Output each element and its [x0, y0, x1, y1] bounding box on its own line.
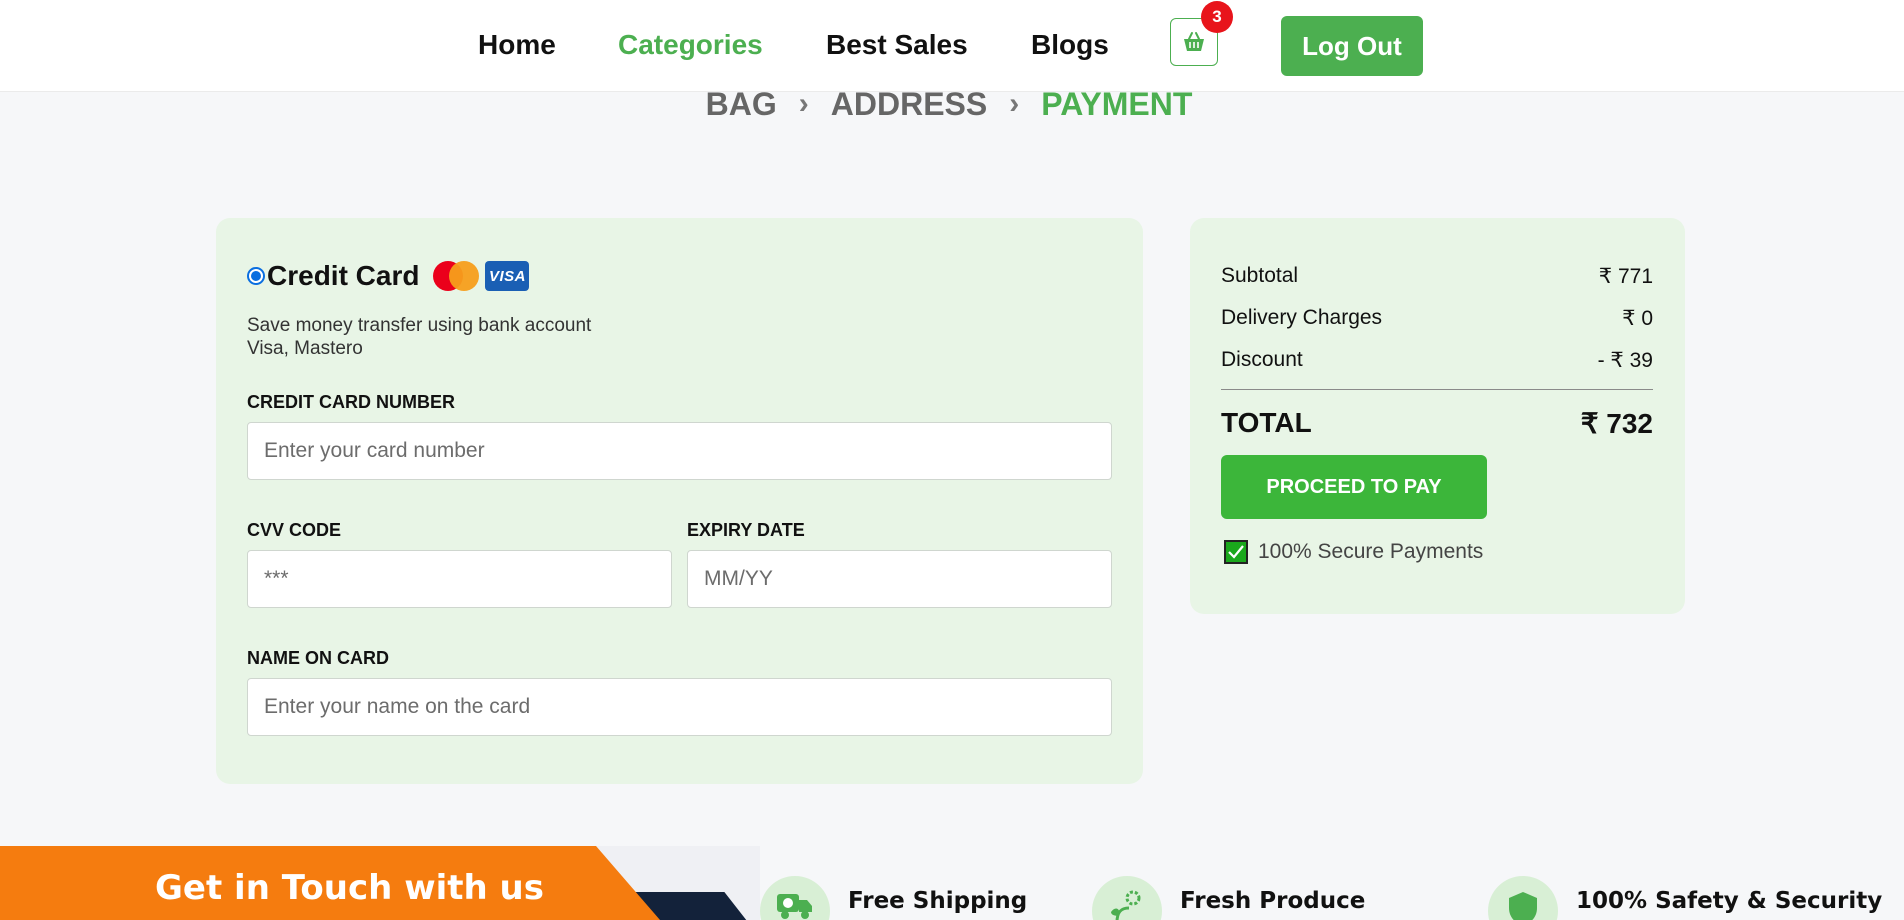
delivery-label: Delivery Charges: [1221, 306, 1383, 329]
order-summary-card: Subtotal ₹ 771 Delivery Charges ₹ 0 Disc…: [1190, 218, 1685, 614]
cvv-input[interactable]: ***: [247, 550, 672, 608]
payment-form-card: Credit Card VISA Save money transfer usi…: [216, 218, 1143, 784]
shield-icon: [1488, 876, 1558, 920]
name-on-card-input[interactable]: Enter your name on the card: [247, 678, 1112, 736]
step-separator: ›: [798, 87, 809, 120]
secure-payments-label: 100% Secure Payments: [1258, 540, 1484, 563]
delivery-row: Delivery Charges ₹ 0: [1221, 306, 1653, 331]
nav-link-home[interactable]: Home: [478, 29, 556, 61]
checkout-steps: BAG › ADDRESS › PAYMENT: [0, 84, 1904, 124]
payment-method-description: Save money transfer using bank account V…: [247, 314, 591, 360]
feature-title: Free Shipping: [848, 888, 1028, 914]
basket-icon: [1184, 32, 1204, 51]
step-separator: ›: [1009, 87, 1020, 120]
nav-link-best-sales[interactable]: Best Sales: [826, 29, 968, 61]
card-number-label: CREDIT CARD NUMBER: [247, 392, 455, 412]
subtotal-row: Subtotal ₹ 771: [1221, 264, 1653, 289]
leaf-icon: [1092, 876, 1162, 920]
secure-payments-note: 100% Secure Payments: [1224, 540, 1483, 564]
logout-button[interactable]: Log Out: [1281, 16, 1423, 76]
proceed-to-pay-button[interactable]: PROCEED TO PAY: [1221, 455, 1487, 519]
get-in-touch-title: Get in Touch with us: [155, 868, 544, 908]
description-line: Visa, Mastero: [247, 338, 363, 359]
feature-title: 100% Safety & Security: [1576, 888, 1883, 914]
total-row: TOTAL ₹ 732: [1221, 407, 1653, 440]
nav-link-categories[interactable]: Categories: [618, 29, 763, 61]
expiry-date-label: EXPIRY DATE: [687, 520, 805, 540]
payment-method-option[interactable]: Credit Card VISA: [247, 258, 530, 294]
total-label: TOTAL: [1221, 407, 1312, 438]
total-value: ₹ 732: [1580, 408, 1653, 439]
subtotal-label: Subtotal: [1221, 264, 1299, 287]
discount-row: Discount - ₹ 39: [1221, 348, 1653, 373]
delivery-value: ₹ 0: [1622, 307, 1653, 330]
description-line: Save money transfer using bank account: [247, 315, 592, 336]
feature-safety-security: 100% Safety & Security: [1488, 876, 1882, 920]
payment-method-label: Credit Card: [267, 260, 420, 291]
cart-count-badge: 3: [1201, 1, 1233, 33]
expiry-date-input[interactable]: MM/YY: [687, 550, 1112, 608]
step-address: ADDRESS: [830, 85, 988, 122]
subtotal-value: ₹ 771: [1598, 265, 1653, 288]
step-payment: PAYMENT: [1041, 85, 1193, 122]
step-bag: BAG: [705, 85, 777, 122]
visa-icon: VISA: [485, 261, 530, 291]
checkmark-icon: [1224, 540, 1248, 564]
summary-divider: [1221, 389, 1653, 390]
nav-link-blogs[interactable]: Blogs: [1031, 29, 1109, 61]
credit-card-radio[interactable]: [247, 267, 265, 285]
feature-title: Fresh Produce: [1180, 888, 1366, 914]
feature-fresh-produce: Fresh Produce: [1092, 876, 1365, 920]
cvv-label: CVV CODE: [247, 520, 342, 540]
name-on-card-label: NAME ON CARD: [247, 648, 389, 668]
feature-free-shipping: Free Shipping: [760, 876, 1027, 920]
discount-value: - ₹ 39: [1597, 349, 1653, 372]
card-number-input[interactable]: Enter your card number: [247, 422, 1112, 480]
discount-label: Discount: [1221, 348, 1303, 371]
mastercard-icon: [433, 261, 480, 291]
navbar: Home Categories Best Sales Blogs 3 Log O…: [0, 0, 1904, 92]
footer-strip: Get in Touch with us Free Shipping Fresh…: [0, 846, 1904, 920]
delivery-truck-icon: [760, 876, 830, 920]
